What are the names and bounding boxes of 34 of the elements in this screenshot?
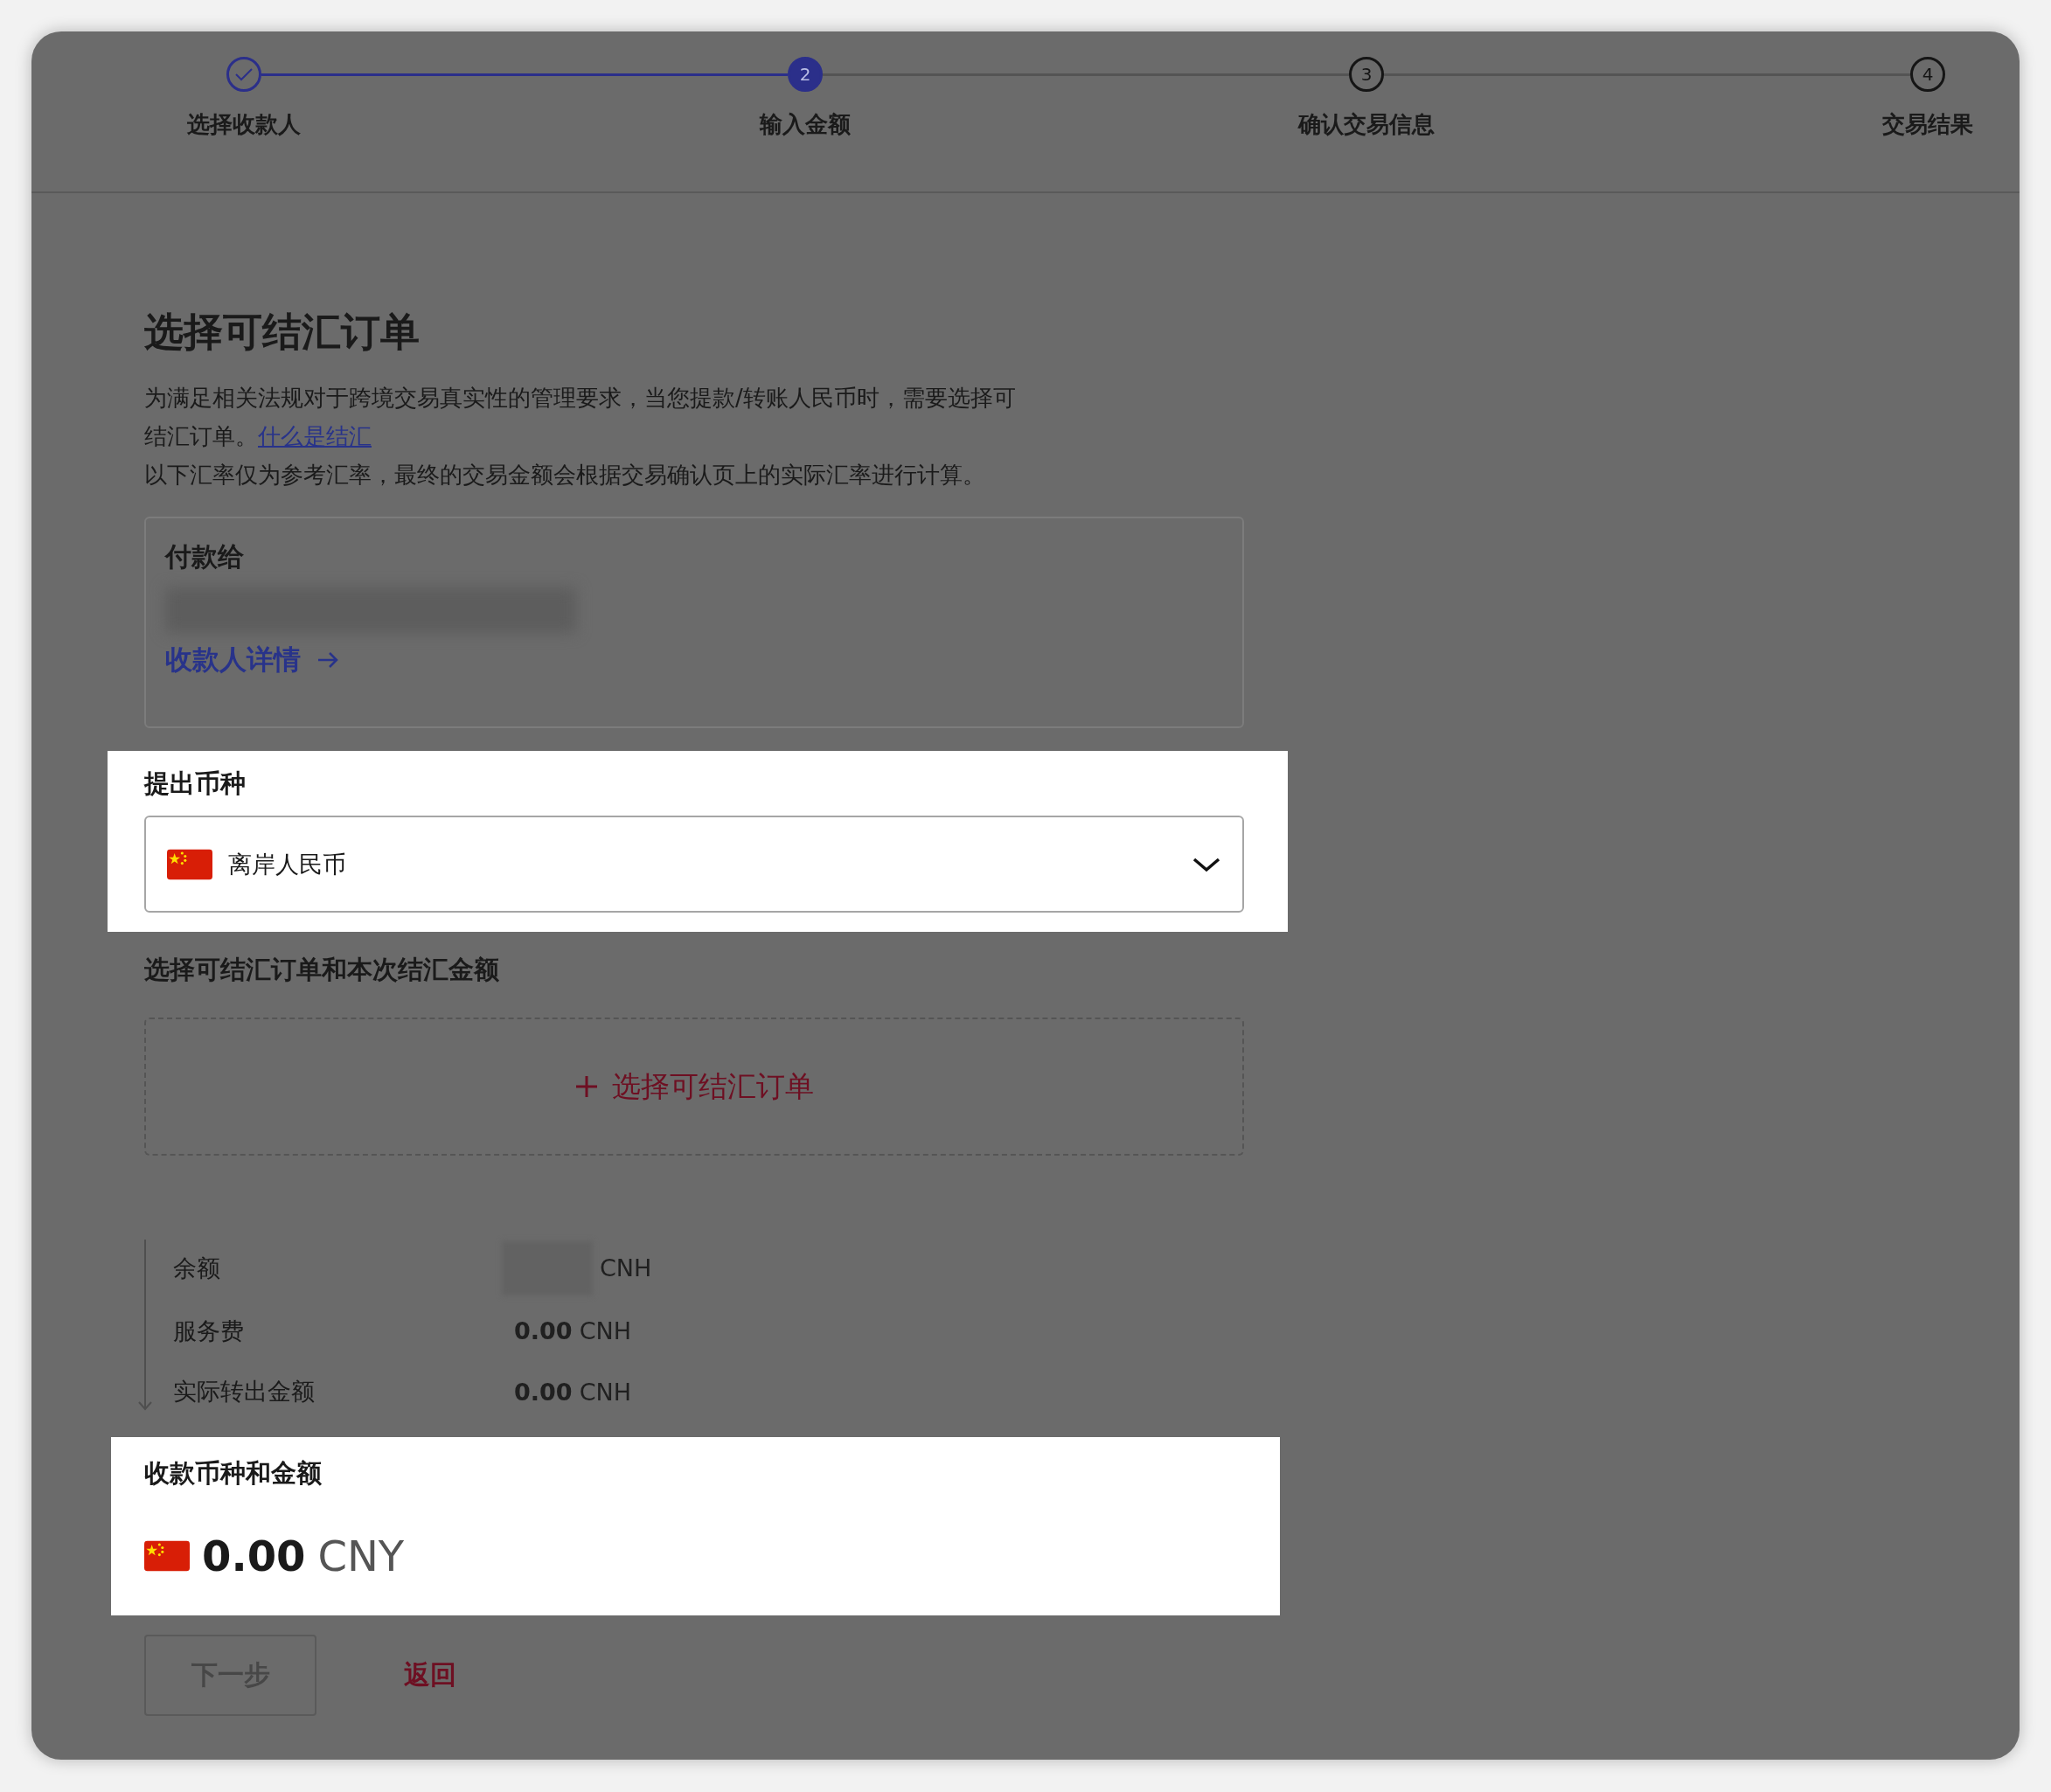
summary-label: 余额 (173, 1253, 221, 1283)
currency-code: CNH (600, 1254, 652, 1282)
step-indicator: 4 (1910, 57, 1945, 92)
step-label: 交易结果 (1882, 110, 1973, 139)
receive-amount: 0.00 (202, 1532, 306, 1580)
plus-icon (574, 1075, 598, 1098)
field-label: 提出币种 (144, 768, 247, 800)
flag-icon (144, 1539, 190, 1573)
currency-select[interactable]: 离岸人民币 (144, 816, 1244, 913)
payee-details-link[interactable]: 收款人详情 (165, 642, 339, 678)
check-icon (234, 67, 254, 81)
summary-amount: 0.00 (514, 1378, 573, 1406)
field-label: 收款币种和金额 (144, 1457, 323, 1490)
summary-label: 服务费 (173, 1316, 245, 1346)
down-arrow-icon (138, 1240, 152, 1411)
arrow-right-icon (316, 651, 339, 669)
summary-amount: 0.00 (514, 1317, 573, 1345)
step-label: 输入金额 (760, 110, 851, 139)
flag-icon (167, 847, 212, 881)
currency-code: CNH (579, 1378, 631, 1406)
step-label: 选择收款人 (187, 110, 301, 139)
section-label: 选择可结汇订单和本次结汇金额 (144, 954, 500, 986)
add-order-button[interactable]: 选择可结汇订单 (144, 1018, 1244, 1156)
description-text: 为满足相关法规对于跨境交易真实性的管理要求，当您提款/转账人民币时，需要选择可结汇订单。什么是结汇 以下汇率仅为参考汇率，最终的交易金额会根据交易确认页上的实际汇率进行计算。 (144, 384, 1017, 490)
step-label: 确认交易信息 (1298, 110, 1435, 139)
step-indicator: 2 (788, 57, 823, 92)
currency-code: CNH (579, 1317, 631, 1345)
currency-code: CNY (317, 1532, 405, 1580)
page-title: 选择可结汇订单 (144, 308, 421, 357)
step-indicator: 3 (1349, 57, 1384, 92)
back-link[interactable]: 返回 (404, 1657, 456, 1693)
card-title: 付款给 (165, 540, 245, 573)
help-link[interactable]: 什么是结汇 (258, 423, 372, 449)
summary-label: 实际转出金额 (173, 1377, 316, 1407)
